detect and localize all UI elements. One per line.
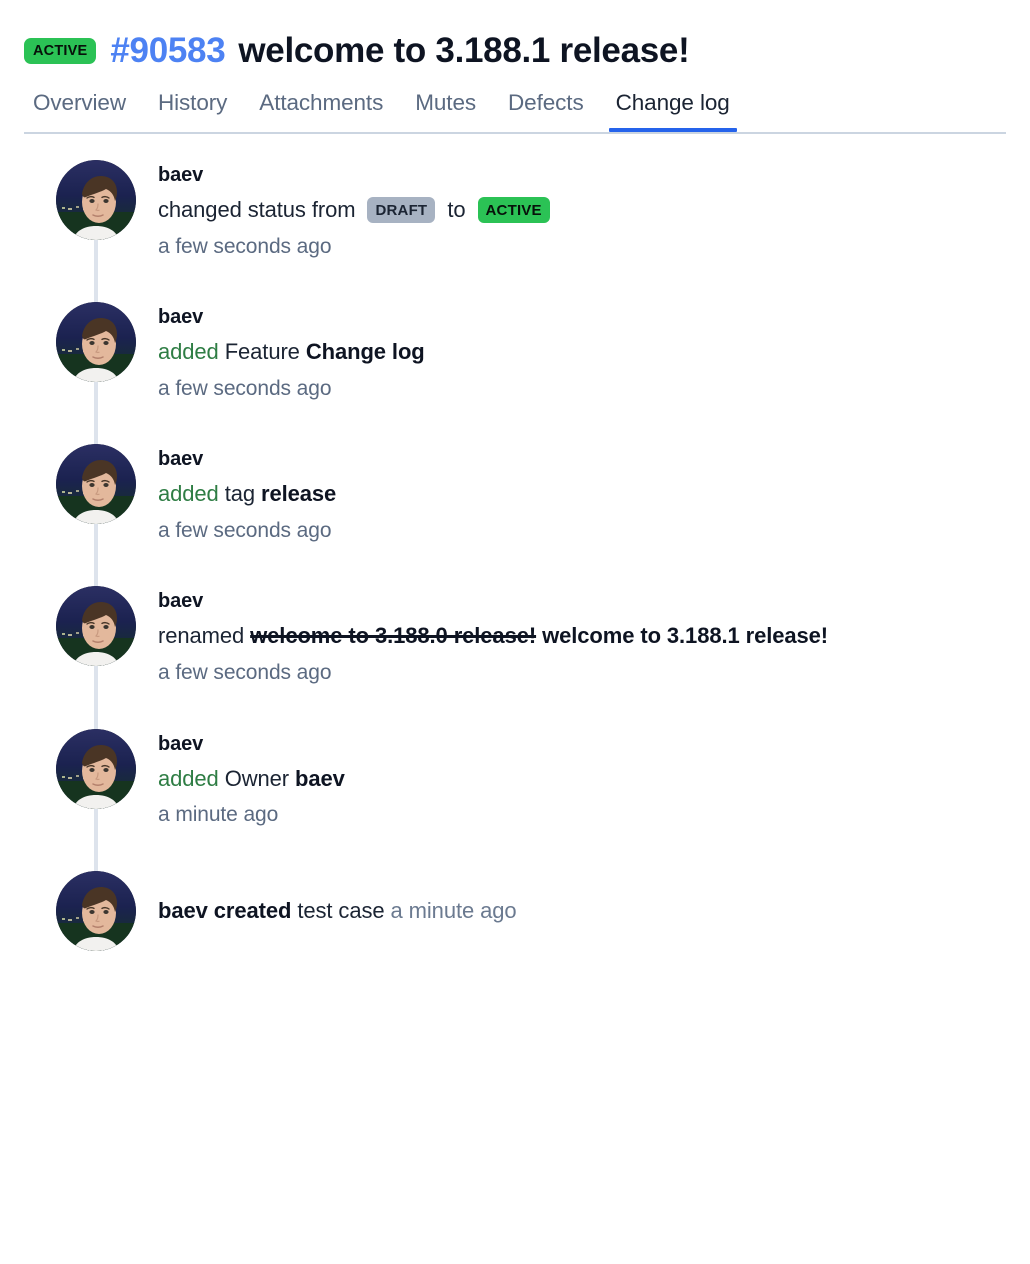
avatar [56, 728, 136, 809]
entry-created-line: baev created test case a minute ago [158, 896, 517, 927]
changelog-entry: baev added Owner baev a minute ago [0, 728, 1030, 830]
avatar [56, 302, 136, 383]
entry-timestamp: a minute ago [390, 898, 517, 924]
action-verb: added [158, 481, 219, 507]
entry-body: baev created test case a minute ago [158, 894, 517, 927]
entry-action: added Owner baev [158, 764, 345, 795]
issue-title-text: welcome to 3.188.1 release! [238, 30, 690, 70]
status-badge: ACTIVE [24, 38, 97, 64]
action-value: release [261, 481, 337, 507]
entry-body: baev added tag release a few seconds ago [158, 444, 336, 545]
changelog-entry: baev changed status from DRAFT to ACTIVE… [0, 160, 1030, 261]
action-connector: to [447, 197, 466, 222]
changelog-entry-created: baev created test case a minute ago [0, 870, 1030, 951]
page-header: ACTIVE #90583 welcome to 3.188.1 release… [0, 0, 1030, 68]
changelog-page: ACTIVE #90583 welcome to 3.188.1 release… [0, 0, 1030, 1264]
changelog-timeline: baev changed status from DRAFT to ACTIVE… [0, 160, 1030, 951]
action-old-value: welcome to 3.188.0 release! [250, 623, 537, 649]
created-author-label: baev created [158, 898, 292, 924]
entry-author[interactable]: baev [158, 588, 828, 615]
action-verb: added [158, 765, 219, 791]
entry-action: added Feature Change log [158, 337, 425, 368]
tab-bar: Overview History Attachments Mutes Defec… [0, 90, 1030, 132]
entry-timestamp: a few seconds ago [158, 376, 332, 400]
page-title: #90583 welcome to 3.188.1 release! [110, 30, 690, 70]
created-object: test case [297, 898, 385, 924]
avatar [56, 160, 136, 240]
entry-action: changed status from DRAFT to ACTIVE [158, 195, 550, 226]
status-chip-active: ACTIVE [477, 197, 550, 224]
tab-attachments[interactable]: Attachments [243, 90, 399, 132]
tab-mutes[interactable]: Mutes [399, 90, 492, 132]
changelog-entry: baev added Feature Change log a few seco… [0, 302, 1030, 403]
action-field: tag [224, 481, 255, 507]
entry-timestamp: a few seconds ago [158, 234, 332, 258]
action-new-value: welcome to 3.188.1 release! [542, 623, 829, 649]
tab-divider [24, 132, 1006, 134]
status-chip-draft: DRAFT [367, 197, 436, 224]
entry-body: baev changed status from DRAFT to ACTIVE… [158, 160, 550, 261]
action-field: Feature [224, 339, 300, 365]
avatar [56, 444, 136, 525]
entry-author[interactable]: baev [158, 446, 336, 473]
tab-history[interactable]: History [142, 90, 243, 132]
issue-id-link[interactable]: #90583 [110, 32, 225, 70]
entry-author[interactable]: baev [158, 304, 425, 331]
tab-change-log[interactable]: Change log [600, 90, 746, 132]
entry-body: baev renamed welcome to 3.188.0 release!… [158, 586, 828, 687]
avatar [56, 870, 136, 951]
action-text: changed status from [158, 197, 356, 222]
entry-action: added tag release [158, 479, 336, 510]
avatar [56, 586, 136, 667]
changelog-entry: baev added tag release a few seconds ago [0, 444, 1030, 545]
action-value: baev [295, 765, 345, 791]
entry-timestamp: a few seconds ago [158, 661, 332, 685]
action-verb: added [158, 339, 219, 365]
tab-overview[interactable]: Overview [24, 90, 142, 132]
entry-timestamp: a few seconds ago [158, 519, 332, 543]
entry-author[interactable]: baev [158, 731, 345, 758]
entry-author[interactable]: baev [158, 162, 550, 189]
action-value: Change log [305, 339, 425, 365]
action-verb: renamed [158, 623, 245, 649]
entry-action: renamed welcome to 3.188.0 release! welc… [158, 621, 828, 652]
entry-body: baev added Owner baev a minute ago [158, 729, 345, 830]
entry-body: baev added Feature Change log a few seco… [158, 302, 425, 403]
action-field: Owner [224, 765, 290, 791]
entry-timestamp: a minute ago [158, 803, 279, 827]
changelog-entry: baev renamed welcome to 3.188.0 release!… [0, 586, 1030, 687]
tab-defects[interactable]: Defects [492, 90, 600, 132]
